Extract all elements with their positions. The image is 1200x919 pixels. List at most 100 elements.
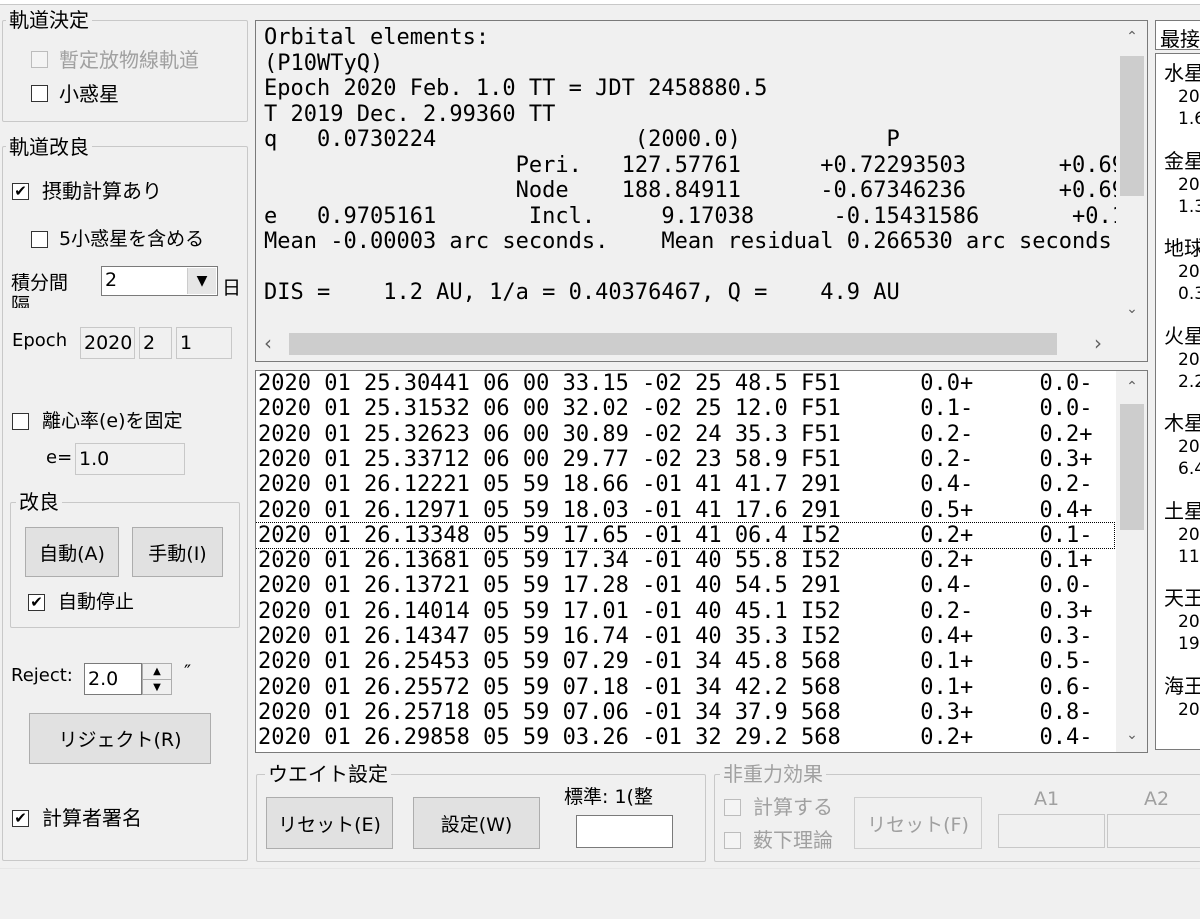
observations-rows: 2020 01 25.30441 06 00 33.15 -02 25 48.5… [256,371,1116,752]
observation-row[interactable]: 2020 01 26.29858 05 59 03.26 -01 32 29.2… [256,725,1114,750]
reject-label: Reject: [11,665,73,686]
planet-distance [1164,721,1200,743]
minor-planet-checkbox[interactable] [31,85,48,102]
nongrav-reset-button[interactable]: リセット(F) [854,797,982,849]
observation-row[interactable]: 2020 01 26.12971 05 59 18.03 -01 41 17.6… [256,498,1114,523]
standard-weight-field[interactable] [576,815,673,848]
provisional-parabolic-label: 暫定放物線軌道 [59,48,199,72]
planet-name: 地球 [1164,236,1200,260]
observation-row[interactable]: 2020 01 26.13681 05 59 17.34 -01 40 55.8… [256,548,1114,573]
closest-approach-list: 水星201.6金星201.3地球200.3火星202.2木星206.4土星201… [1155,53,1200,750]
auto-button[interactable]: 自動(A) [25,527,119,577]
epoch-day-field[interactable]: 1 [176,327,232,359]
weight-reset-button[interactable]: リセット(E) [266,797,393,849]
spin-up-icon[interactable]: ▲ [143,664,171,680]
a1-field[interactable] [998,814,1105,848]
observation-row[interactable]: 2020 01 25.33712 06 00 29.77 -02 23 58.9… [256,447,1114,472]
observation-row[interactable]: 2020 01 26.13721 05 59 17.28 -01 40 54.5… [256,573,1114,598]
reject-button[interactable]: リジェクト(R) [29,713,211,764]
fix-eccentricity-checkbox[interactable] [12,413,29,430]
planet-date: 20 [1178,612,1200,632]
elements-vscroll-thumb[interactable] [1120,56,1144,196]
planet-name: 水星 [1164,61,1200,85]
observation-row[interactable]: 2020 01 25.32623 06 00 30.89 -02 24 35.3… [256,422,1114,447]
observation-row[interactable]: 2020 01 26.25453 05 59 07.29 -01 34 45.8… [256,649,1114,674]
yabushita-checkbox[interactable] [724,832,741,849]
scroll-left-icon[interactable]: ‹ [264,331,272,355]
observation-row[interactable]: 2020 01 26.14347 05 59 16.74 -01 40 35.3… [256,624,1114,649]
planet-name: 金星 [1164,148,1200,173]
spin-down-icon[interactable]: ▼ [143,680,171,695]
e-label: e= [46,447,73,468]
nongrav-calculate-checkbox[interactable] [724,799,741,816]
planet-date: 20 [1178,262,1200,282]
planet-date: 20 [1178,524,1200,545]
e-value-field[interactable]: 1.0 [75,443,185,475]
elements-line: (P10WTyQ) [264,50,384,76]
auto-stop-checkbox[interactable]: ✔ [28,594,45,611]
observations-vertical-scrollbar[interactable]: ⌃ ⌄ [1116,371,1147,752]
perturbation-label: 摂動計算あり [42,179,162,203]
planet-distance: 11 [1178,546,1200,567]
integration-interval-select[interactable]: 2 ▼ [101,266,218,296]
epoch-year-field[interactable]: 2020 [80,327,135,359]
chevron-down-icon[interactable]: ▼ [187,268,216,294]
observation-row[interactable]: 2020 01 26.25572 05 59 07.18 -01 34 42.2… [256,675,1114,700]
elements-line: Orbital elements: [264,25,490,50]
scroll-down-icon[interactable]: ⌄ [1116,727,1147,743]
planet-entry: 水星201.6 [1164,60,1200,130]
reject-spinner[interactable]: ▲ ▼ [142,663,172,695]
observation-row[interactable]: 2020 01 26.14014 05 59 17.01 -01 40 45.1… [256,599,1114,624]
scroll-up-icon[interactable]: ⌃ [1116,379,1147,395]
planet-date: 20 [1178,437,1200,457]
epoch-label: Epoch [12,330,68,351]
include-5-asteroids-label: 5小惑星を含める [59,228,205,250]
epoch-month-field[interactable]: 2 [139,327,172,359]
scroll-up-icon[interactable]: ⌃ [1116,29,1147,45]
observation-row[interactable]: 2020 01 25.30441 06 00 33.15 -02 25 48.5… [256,371,1114,396]
auto-stop-label: 自動停止 [58,591,135,613]
nongrav-calculate-label: 計算する [753,795,833,819]
reject-value-field[interactable]: 2.0 [84,663,142,695]
reject-unit-label: ″ [184,661,192,683]
observation-row[interactable]: 2020 01 26.12221 05 59 18.66 -01 41 41.7… [256,472,1114,497]
a1-label: A1 [1034,788,1060,810]
elements-vertical-scrollbar[interactable]: ⌃ ⌄ [1116,21,1147,327]
elements-line: q 0.0730224 (2000.0) P Q [264,127,1116,152]
integration-unit-label: 日 [222,277,242,299]
scroll-down-icon[interactable]: ⌄ [1116,301,1147,317]
observation-row[interactable]: 2020 01 25.31532 06 00 32.02 -02 25 12.0… [256,396,1114,421]
closest-approach-title: 最接 [1160,27,1200,50]
planet-entry: 天王 20 19 [1164,585,1200,655]
planet-entry: 海王 20 [1164,673,1200,743]
planet-name: 木星 [1164,411,1200,435]
elements-textbox[interactable]: Orbital elements: (P10WTyQ) Epoch 2020 Feb… [255,20,1148,362]
elements-line: T 2019 Dec. 2.99360 TT [264,101,556,127]
weight-set-button[interactable]: 設定(W) [413,797,540,849]
planet-distance: 1.6 [1178,109,1200,129]
planet-name: 海王 [1164,673,1200,698]
standard-weight-label: 標準: 1(整 [564,786,653,808]
provisional-parabolic-checkbox[interactable] [31,51,48,68]
elements-hscroll-thumb[interactable] [289,333,1057,355]
elements-line [264,255,1116,281]
manual-button[interactable]: 手動(I) [132,527,223,577]
observation-row[interactable]: 2020 01 26.13348 05 59 17.65 -01 41 06.4… [256,521,1115,550]
elements-horizontal-scrollbar[interactable]: ‹ › [256,327,1116,361]
orbit-determination-title: 軌道決定 [6,9,92,31]
planet-distance: 2.2 [1178,371,1200,392]
planet-date: 20 [1178,699,1200,720]
yabushita-label: 薮下理論 [753,828,833,852]
elements-line: e 0.9705161 Incl. 9.17038 -0.15431586 +0… [264,203,1116,229]
planet-entry: 土星 20 11 [1164,498,1200,568]
observations-list[interactable]: 2020 01 25.30441 06 00 33.15 -02 25 48.5… [255,370,1148,753]
perturbation-checkbox[interactable]: ✔ [12,183,29,200]
calculator-signature-checkbox[interactable]: ✔ [12,810,29,827]
observation-row[interactable]: 2020 01 26.25718 05 59 07.06 -01 34 37.9… [256,700,1114,725]
observations-vscroll-thumb[interactable] [1120,404,1144,530]
integration-interval-label: 積分間隔 [11,272,69,308]
include-5-asteroids-checkbox[interactable] [31,231,48,248]
scroll-right-icon[interactable]: › [1094,331,1102,355]
planet-name: 天王 [1164,586,1200,610]
a2-field[interactable] [1107,814,1200,848]
